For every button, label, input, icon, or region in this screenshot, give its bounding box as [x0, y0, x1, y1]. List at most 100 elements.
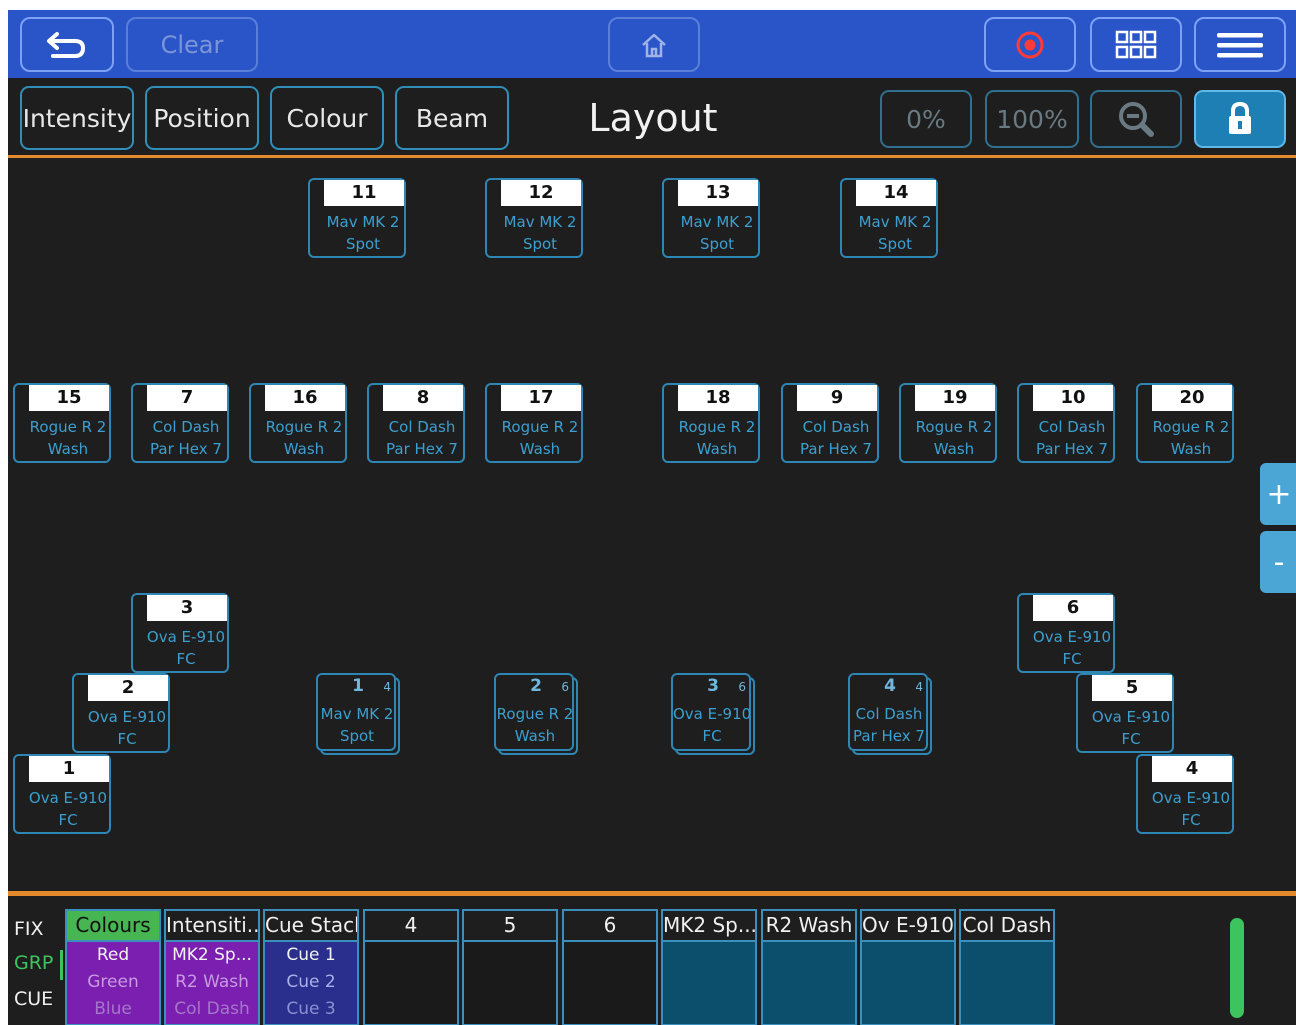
fixture-tile[interactable]: 4 Ova E-910 FC: [1136, 754, 1234, 834]
palette-group-col-dash[interactable]: [959, 940, 1055, 1025]
palette-slot-4[interactable]: [363, 940, 459, 1025]
palette-item[interactable]: Cue 3: [265, 996, 357, 1023]
fixture-mode: FC: [117, 730, 137, 748]
palette-group-ov-e910[interactable]: [860, 940, 956, 1025]
palette-colours[interactable]: Red Green Blue: [65, 940, 161, 1025]
fixture-tile[interactable]: 8 Col Dash Par Hex 7: [367, 383, 465, 463]
zoom-out-side-button[interactable]: -: [1260, 531, 1296, 593]
fixture-mode: FC: [1062, 650, 1082, 668]
palette-header-ov-e910[interactable]: Ov E-910: [860, 909, 956, 940]
grid-view-button[interactable]: [1090, 17, 1182, 72]
record-button[interactable]: [984, 17, 1076, 72]
palette-group-mk2-spot[interactable]: [661, 940, 757, 1025]
palette-item[interactable]: MK2 Sp...: [166, 942, 258, 969]
mode-grp[interactable]: GRP: [14, 952, 53, 974]
palette-item[interactable]: Cue 2: [265, 969, 357, 996]
palette-item[interactable]: Red: [67, 942, 159, 969]
top-toolbar: Clear: [8, 10, 1296, 78]
palette-bar: FIX GRP CUE Colours Red Green Blue Inten…: [8, 891, 1296, 1025]
palette-slot-6[interactable]: [562, 940, 658, 1025]
palette-header-cue-stack[interactable]: Cue Stack: [263, 909, 359, 940]
palette-intensities[interactable]: MK2 Sp... R2 Wash Col Dash: [164, 940, 260, 1025]
palette-header-5[interactable]: 5: [462, 909, 558, 940]
back-button[interactable]: [20, 17, 114, 72]
active-mode-indicator: [60, 950, 63, 980]
group-tile[interactable]: 4 4 Col Dash Par Hex 7: [848, 673, 932, 755]
group-tile[interactable]: 3 6 Ova E-910 FC: [671, 673, 755, 755]
palette-header-intensities[interactable]: Intensiti...: [164, 909, 260, 940]
fixture-tile[interactable]: 15 Rogue R 2 Wash: [13, 383, 111, 463]
fixture-number: 9: [797, 385, 877, 411]
tab-position[interactable]: Position: [145, 86, 259, 150]
group-mode: Wash: [514, 727, 556, 745]
fixture-tile[interactable]: 3 Ova E-910 FC: [131, 593, 229, 673]
zoom-in-button[interactable]: +: [1260, 463, 1296, 525]
fixture-type: Ova E-910: [87, 708, 167, 726]
fixture-mode: Wash: [519, 440, 561, 458]
group-tile[interactable]: 1 4 Mav MK 2 Spot: [316, 673, 400, 755]
fixture-tile[interactable]: 2 Ova E-910 FC: [72, 673, 170, 753]
fixture-tile[interactable]: 17 Rogue R 2 Wash: [485, 383, 583, 463]
full-percent-button[interactable]: 100%: [985, 90, 1079, 148]
fixture-mode: Par Hex 7: [386, 440, 458, 458]
zoom-out-icon: [1119, 102, 1154, 137]
group-mode: Par Hex 7: [853, 727, 925, 745]
undo-arrow-icon: [47, 31, 86, 58]
fixture-mode: Spot: [345, 235, 381, 253]
tab-colour[interactable]: Colour: [270, 86, 384, 150]
full-percent-label: 100%: [996, 104, 1068, 134]
fixture-tile[interactable]: 7 Col Dash Par Hex 7: [131, 383, 229, 463]
lock-icon: [1229, 101, 1251, 134]
fixture-mode: Par Hex 7: [800, 440, 872, 458]
palette-header-col-dash[interactable]: Col Dash: [959, 909, 1055, 940]
fixture-tile[interactable]: 19 Rogue R 2 Wash: [899, 383, 997, 463]
master-fader[interactable]: [1230, 918, 1244, 1018]
fixture-mode: Wash: [283, 440, 325, 458]
group-type: Mav MK 2: [320, 705, 394, 723]
palette-header-r2-wash[interactable]: R2 Wash: [761, 909, 857, 940]
tab-intensity[interactable]: Intensity: [20, 86, 134, 150]
menu-button[interactable]: [1194, 17, 1286, 72]
fixture-tile[interactable]: 10 Col Dash Par Hex 7: [1017, 383, 1115, 463]
fixture-tile[interactable]: 5 Ova E-910 FC: [1076, 673, 1174, 753]
palette-item[interactable]: Green: [67, 969, 159, 996]
clear-button[interactable]: Clear: [126, 17, 258, 72]
group-tile[interactable]: 2 6 Rogue R 2 Wash: [494, 673, 578, 755]
palette-group-r2-wash[interactable]: [761, 940, 857, 1025]
fixture-tile[interactable]: 13 Mav MK 2 Spot: [662, 178, 760, 258]
fixture-tile[interactable]: 12 Mav MK 2 Spot: [485, 178, 583, 258]
lock-button[interactable]: [1194, 90, 1286, 148]
fixture-tile[interactable]: 1 Ova E-910 FC: [13, 754, 111, 834]
fixture-tile[interactable]: 6 Ova E-910 FC: [1017, 593, 1115, 673]
tab-beam[interactable]: Beam: [395, 86, 509, 150]
zero-percent-label: 0%: [906, 104, 946, 134]
home-button[interactable]: [608, 17, 700, 72]
palette-item[interactable]: Col Dash: [166, 996, 258, 1023]
palette-slot-5[interactable]: [462, 940, 558, 1025]
tab-beam-label: Beam: [415, 103, 489, 133]
palette-item[interactable]: Blue: [67, 996, 159, 1023]
palette-header-mk2-spot[interactable]: MK2 Sp...: [661, 909, 757, 940]
fixture-tile[interactable]: 11 Mav MK 2 Spot: [308, 178, 406, 258]
fixture-number: 19: [915, 385, 995, 411]
mode-cue[interactable]: CUE: [14, 988, 53, 1010]
fixture-tile[interactable]: 18 Rogue R 2 Wash: [662, 383, 760, 463]
mode-fix[interactable]: FIX: [14, 918, 44, 940]
fixture-number: 20: [1152, 385, 1232, 411]
fixture-tile[interactable]: 9 Col Dash Par Hex 7: [781, 383, 879, 463]
fixture-number: 8: [383, 385, 463, 411]
zero-percent-button[interactable]: 0%: [880, 90, 972, 148]
palette-header-6[interactable]: 6: [562, 909, 658, 940]
palette-item[interactable]: Cue 1: [265, 942, 357, 969]
palette-header-4[interactable]: 4: [363, 909, 459, 940]
zoom-out-button[interactable]: [1090, 90, 1182, 148]
palette-header-colours[interactable]: Colours: [65, 909, 161, 940]
clear-button-label: Clear: [160, 30, 224, 59]
fixture-tile[interactable]: 16 Rogue R 2 Wash: [249, 383, 347, 463]
fixture-tile[interactable]: 14 Mav MK 2 Spot: [840, 178, 938, 258]
palette-item[interactable]: R2 Wash: [166, 969, 258, 996]
palette-cue-stack[interactable]: Cue 1 Cue 2 Cue 3: [263, 940, 359, 1025]
fixture-number: 4: [1152, 756, 1232, 782]
fixture-tile[interactable]: 20 Rogue R 2 Wash: [1136, 383, 1234, 463]
fixture-number: 7: [147, 385, 227, 411]
